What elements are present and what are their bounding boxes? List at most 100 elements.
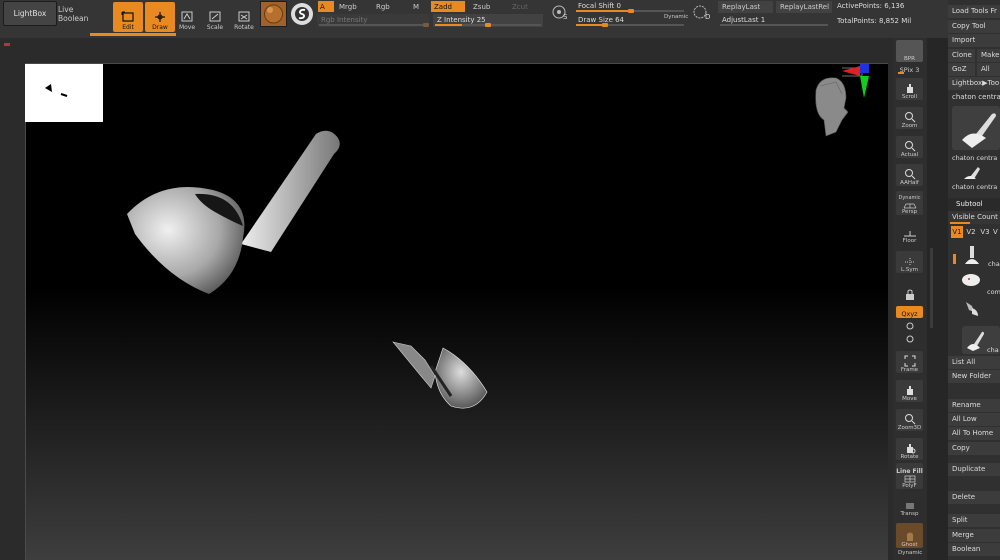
axis-rotation-icon (906, 322, 914, 343)
draw-icon (155, 12, 165, 22)
shelf-scroll-thumb[interactable] (930, 248, 933, 328)
subtool-header[interactable]: Subtool (948, 198, 1000, 211)
edit-button[interactable]: Edit (113, 2, 143, 32)
d-indicator[interactable]: D (692, 3, 714, 25)
current-tool-thumbnail[interactable] (952, 106, 1000, 150)
dynamic-label[interactable]: Dynamic (664, 14, 688, 20)
v1-tab[interactable]: V1 (951, 226, 963, 238)
lsym-button[interactable]: L.Sym (896, 251, 923, 273)
move-button[interactable]: Move (172, 2, 202, 32)
delete-button[interactable]: Delete (948, 491, 1000, 504)
rgb-button[interactable]: Rgb (373, 1, 403, 12)
v4-tab[interactable]: V (993, 226, 1000, 238)
replay-last-rel-button[interactable]: ReplayLastRel (776, 1, 832, 13)
clone-button[interactable]: Clone (948, 49, 975, 62)
live-boolean-button[interactable]: Live Boolean (58, 1, 106, 26)
subtool-item[interactable]: com (950, 268, 1000, 296)
xyz-button[interactable]: Qxyz (896, 306, 923, 318)
polyf-label: PolyF (902, 483, 917, 489)
z-intensity-slider[interactable]: Z Intensity 25 (433, 14, 543, 27)
replay-last-button[interactable]: ReplayLast (718, 1, 773, 13)
dynamic-bottom-label[interactable]: Dynamic (898, 550, 922, 556)
lock-button[interactable] (896, 280, 923, 302)
texture-swatch[interactable] (291, 3, 313, 25)
zoom-button[interactable]: Zoom (896, 107, 923, 129)
load-tools-button[interactable]: Load Tools Fr (948, 5, 1000, 18)
new-folder-button[interactable]: New Folder (948, 370, 1000, 383)
persp-button[interactable]: Dynamic Persp (896, 191, 923, 215)
merge-button[interactable]: Merge (948, 529, 1000, 542)
document-marker (4, 43, 10, 46)
draw-button[interactable]: Draw (145, 2, 175, 32)
subtool-item-selected[interactable]: cha (962, 326, 1000, 354)
rotate-button[interactable]: Rotate (229, 2, 259, 32)
rotate-axis-icons[interactable] (903, 320, 917, 346)
zsub-button[interactable]: Zsub (470, 1, 504, 12)
shelf-scrollbar[interactable] (927, 38, 948, 560)
adjust-last-slider[interactable]: AdjustLast 1 (718, 14, 830, 27)
rename-button[interactable]: Rename (948, 399, 1000, 412)
xyz-label: Qxyz (901, 310, 918, 318)
subtool-item[interactable]: cha (950, 242, 1000, 268)
bpr-button[interactable]: BPR (896, 40, 923, 62)
scroll-hand-icon (906, 84, 913, 93)
lightbox-tools-button[interactable]: Lightbox▶Too (948, 77, 1000, 90)
material-sphere-icon (264, 4, 283, 24)
draw-size-label: Draw Size 64 (578, 16, 625, 24)
lock-icon (905, 289, 914, 300)
v2-tab[interactable]: V2 (965, 226, 977, 238)
goz-button[interactable]: GoZ (948, 63, 975, 76)
persp-grid-icon (903, 203, 916, 209)
scroll-button[interactable]: Scroll (896, 78, 923, 100)
scale-button[interactable]: Scale (200, 2, 230, 32)
subtool-name: com (987, 288, 1000, 296)
focal-shift-slider[interactable]: Focal Shift 0 (574, 0, 686, 13)
mrgb-button[interactable]: Mrgb (336, 1, 366, 12)
lamp-small-thumbnail-icon (964, 167, 980, 179)
material-swatch[interactable] (260, 1, 287, 27)
frame-button[interactable]: Frame (896, 351, 923, 373)
make-button[interactable]: Make (977, 49, 1000, 62)
viewport-canvas[interactable] (25, 63, 888, 560)
v3-tab[interactable]: V3 (979, 226, 991, 238)
zadd-button[interactable]: Zadd (431, 1, 465, 12)
actual-button[interactable]: Actual (896, 136, 923, 158)
m-button[interactable]: M (410, 1, 426, 12)
split-button[interactable]: Split (948, 514, 1000, 527)
subtool-thumb-icon (962, 274, 980, 286)
zoom3d-button[interactable]: Zoom3D (896, 409, 923, 431)
tool-thumb-label-1: chaton centra (948, 152, 1000, 165)
ghost-button[interactable]: Ghost (896, 523, 923, 548)
line-fill-label: Line Fill (896, 468, 923, 475)
subtool-item[interactable] (950, 296, 1000, 322)
boolean-button[interactable]: Boolean (948, 543, 1000, 556)
move-view-button[interactable]: Move (896, 380, 923, 402)
zoom-label: Zoom (901, 123, 918, 129)
list-all-button[interactable]: List All (948, 356, 1000, 369)
subtool-thumb-icon (966, 302, 978, 316)
a-toggle[interactable]: A (318, 1, 334, 12)
rgb-intensity-slider[interactable]: Rgb Intensity (317, 14, 429, 27)
rotate-view-button[interactable]: Rotate (896, 438, 923, 460)
transp-button[interactable]: Transp (896, 495, 923, 517)
floor-button[interactable]: Floor (896, 222, 923, 244)
copy-tool-button[interactable]: Copy Tool (948, 20, 1000, 33)
zcut-button[interactable]: Zcut (509, 1, 539, 12)
current-tool-name[interactable]: chaton centra (948, 91, 1000, 104)
aahalf-button[interactable]: AAHalf (896, 164, 923, 186)
copy-button[interactable]: Copy (948, 442, 1000, 455)
all-button[interactable]: All (977, 63, 1000, 76)
duplicate-button[interactable]: Duplicate (948, 463, 1000, 476)
tool-thumbnail-2[interactable] (952, 165, 1000, 181)
ghost-label: Ghost (901, 542, 918, 548)
import-button[interactable]: Import (948, 34, 1000, 47)
s-indicator[interactable]: S (551, 3, 571, 25)
orientation-head-icon[interactable] (806, 64, 876, 144)
lightbox-button[interactable]: LightBox (3, 1, 57, 26)
all-to-home-button[interactable]: All To Home (948, 427, 1000, 440)
polyf-button[interactable]: Line Fill PolyF (896, 463, 923, 489)
spix-slider[interactable]: SPix 3 (896, 62, 923, 74)
all-low-button[interactable]: All Low (948, 413, 1000, 426)
aahalf-magnifier-icon (904, 169, 915, 180)
transp-icon (905, 503, 914, 509)
